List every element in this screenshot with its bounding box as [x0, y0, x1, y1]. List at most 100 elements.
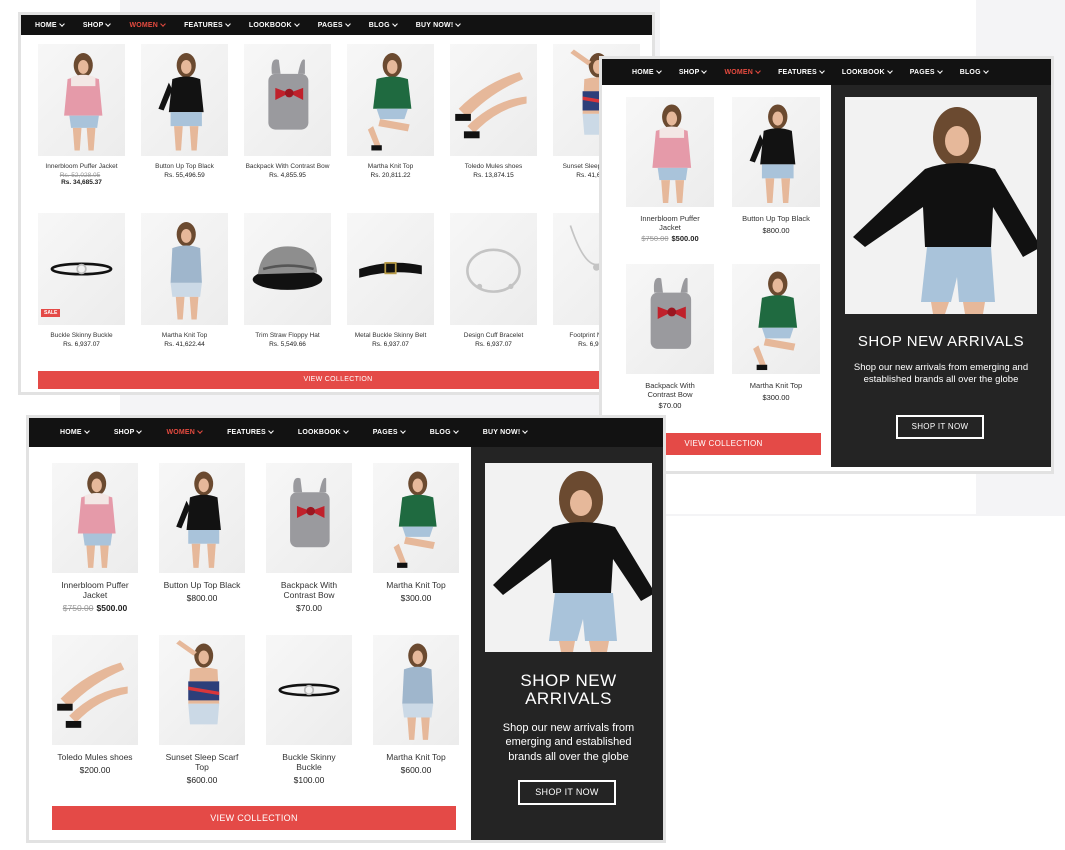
product-card[interactable]: Trim Straw Floppy Hat Rs. 5,549.66 — [244, 213, 331, 348]
product-name[interactable]: Buckle Skinny Buckle — [38, 332, 125, 339]
nav-item-pages[interactable]: PAGES — [373, 428, 406, 436]
nav-item-pages[interactable]: PAGES — [910, 67, 943, 76]
product-image[interactable] — [52, 463, 138, 573]
product-image[interactable] — [732, 264, 820, 374]
product-image[interactable] — [38, 44, 125, 156]
product-image[interactable] — [347, 44, 434, 156]
product-card[interactable]: Martha Knit Top $300.00 — [732, 264, 820, 402]
view-collection-button[interactable]: VIEW COLLECTION — [38, 371, 638, 389]
chevron-down-icon — [160, 20, 166, 27]
nav-item-women[interactable]: WOMEN — [724, 67, 761, 76]
product-card[interactable]: Martha Knit Top Rs. 41,622.44 — [141, 213, 228, 348]
nav-item-features[interactable]: FEATURES — [778, 67, 825, 76]
main-nav: HOME SHOP WOMEN FEATURES LOOKBOOK PAGES BLOG BU… — [29, 418, 663, 447]
product-card[interactable]: Innerbloom Puffer Jacket $750.00 $500.00 — [626, 97, 714, 243]
nav-item-buynow[interactable]: BUY NOW! — [416, 20, 462, 29]
nav-item-pages[interactable]: PAGES — [318, 20, 351, 29]
product-name[interactable]: Martha Knit Top — [732, 381, 820, 391]
product-image[interactable] — [373, 635, 459, 745]
product-name[interactable]: Martha Knit Top — [373, 580, 459, 591]
product-card[interactable]: Backpack With Contrast Bow $70.00 — [626, 264, 714, 410]
product-name[interactable]: Button Up Top Black — [159, 580, 245, 591]
product-card[interactable]: Innerbloom Puffer Jacket Rs. 52,028.05 Rs.… — [38, 44, 125, 186]
nav-item-features[interactable]: FEATURES — [227, 428, 274, 436]
product-name[interactable]: Button Up Top Black — [141, 163, 228, 170]
product-card[interactable]: SALE Buckle Skinny Buckle Rs. 6,937.07 — [38, 213, 125, 348]
nav-item-features[interactable]: FEATURES — [184, 20, 231, 29]
product-card[interactable]: Button Up Top Black Rs. 55,496.59 — [141, 44, 228, 179]
product-name[interactable]: Innerbloom Puffer Jacket — [626, 214, 714, 232]
product-name[interactable]: Metal Buckle Skinny Belt — [347, 332, 434, 339]
product-image[interactable] — [159, 463, 245, 573]
product-name[interactable]: Innerbloom Puffer Jacket — [38, 163, 125, 170]
product-card[interactable]: Design Cuff Bracelet Rs. 6,937.07 — [450, 213, 537, 348]
product-image[interactable] — [244, 213, 331, 325]
product-image[interactable] — [52, 635, 138, 745]
nav-item-home[interactable]: HOME — [35, 20, 65, 29]
product-name[interactable]: Button Up Top Black — [732, 214, 820, 224]
nav-item-lookbook[interactable]: LOOKBOOK — [298, 428, 349, 436]
product-image[interactable]: SALE — [38, 213, 125, 325]
product-name[interactable]: Toledo Mules shoes — [450, 163, 537, 170]
nav-item-blog[interactable]: BLOG — [369, 20, 398, 29]
nav-item-blog[interactable]: BLOG — [430, 428, 459, 436]
product-name[interactable]: Martha Knit Top — [373, 752, 459, 763]
nav-item-shop[interactable]: SHOP — [83, 20, 112, 29]
product-price: Rs. 6,937.07 — [347, 341, 434, 348]
nav-item-shop[interactable]: SHOP — [679, 67, 708, 76]
shop-it-now-button[interactable]: SHOP IT NOW — [518, 780, 616, 805]
product-image[interactable] — [732, 97, 820, 207]
product-card[interactable]: Martha Knit Top $300.00 — [373, 463, 459, 603]
nav-item-home[interactable]: HOME — [632, 67, 662, 76]
product-card[interactable]: Buckle Skinny Buckle $100.00 — [266, 635, 352, 785]
product-name[interactable]: Backpack With Contrast Bow — [244, 163, 331, 170]
product-name[interactable]: Backpack With Contrast Bow — [626, 381, 714, 399]
price-value: $600.00 — [186, 774, 218, 785]
product-image[interactable] — [141, 213, 228, 325]
product-image[interactable] — [347, 213, 434, 325]
product-name[interactable]: Toledo Mules shoes — [52, 752, 138, 763]
product-card[interactable]: Sunset Sleep Scarf Top $600.00 — [159, 635, 245, 785]
product-image[interactable] — [244, 44, 331, 156]
shop-it-now-button[interactable]: SHOP IT NOW — [896, 415, 984, 439]
product-card[interactable]: Martha Knit Top Rs. 20,811.22 — [347, 44, 434, 179]
product-card[interactable]: Innerbloom Puffer Jacket $750.00 $500.00 — [52, 463, 138, 613]
nav-item-home[interactable]: HOME — [60, 428, 90, 436]
product-name[interactable]: Backpack With Contrast Bow — [266, 580, 352, 601]
product-image[interactable] — [373, 463, 459, 573]
product-image[interactable] — [159, 635, 245, 745]
product-name[interactable]: Innerbloom Puffer Jacket — [52, 580, 138, 601]
product-name[interactable]: Martha Knit Top — [141, 332, 228, 339]
product-card[interactable]: Backpack With Contrast Bow Rs. 4,855.95 — [244, 44, 331, 179]
product-card[interactable]: Metal Buckle Skinny Belt Rs. 6,937.07 — [347, 213, 434, 348]
nav-item-women[interactable]: WOMEN — [129, 20, 166, 29]
product-name[interactable]: Trim Straw Floppy Hat — [244, 332, 331, 339]
price-value: $70.00 — [296, 602, 322, 613]
nav-item-lookbook[interactable]: LOOKBOOK — [842, 67, 893, 76]
product-card[interactable]: Toledo Mules shoes $200.00 — [52, 635, 138, 775]
product-image[interactable] — [450, 44, 537, 156]
product-card[interactable]: Martha Knit Top $600.00 — [373, 635, 459, 775]
nav-item-shop[interactable]: SHOP — [114, 428, 143, 436]
product-image[interactable] — [626, 264, 714, 374]
product-price: $100.00 — [266, 775, 352, 785]
product-name[interactable]: Buckle Skinny Buckle — [266, 752, 352, 773]
product-image[interactable] — [450, 213, 537, 325]
product-card[interactable]: Button Up Top Black $800.00 — [732, 97, 820, 235]
product-card[interactable]: Button Up Top Black $800.00 — [159, 463, 245, 603]
nav-item-lookbook[interactable]: LOOKBOOK — [249, 20, 300, 29]
product-image[interactable] — [141, 44, 228, 156]
product-name[interactable]: Martha Knit Top — [347, 163, 434, 170]
view-collection-button[interactable]: VIEW COLLECTION — [52, 806, 456, 830]
product-image[interactable] — [266, 635, 352, 745]
nav-item-women[interactable]: WOMEN — [166, 428, 203, 436]
product-card[interactable]: Toledo Mules shoes Rs. 13,874.15 — [450, 44, 537, 179]
product-name[interactable]: Sunset Sleep Scarf Top — [159, 752, 245, 773]
chevron-down-icon — [83, 428, 90, 434]
product-card[interactable]: Backpack With Contrast Bow $70.00 — [266, 463, 352, 613]
product-image[interactable] — [626, 97, 714, 207]
nav-item-blog[interactable]: BLOG — [960, 67, 989, 76]
product-image[interactable] — [266, 463, 352, 573]
product-name[interactable]: Design Cuff Bracelet — [450, 332, 537, 339]
nav-item-buynow[interactable]: BUY NOW! — [483, 428, 529, 436]
